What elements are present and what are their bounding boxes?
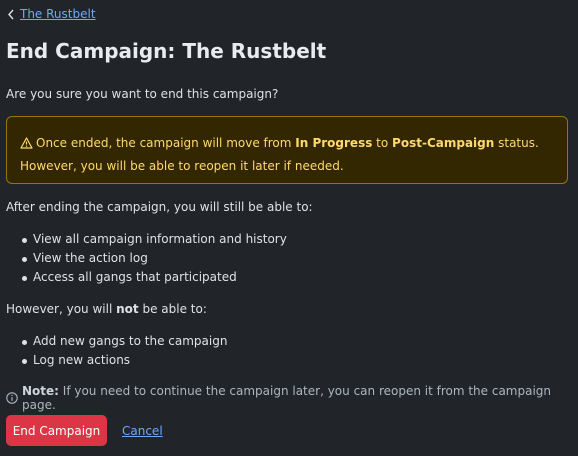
back-link[interactable]: The Rustbelt xyxy=(20,7,96,21)
list-item: View the action log xyxy=(0,249,287,268)
cancel-link[interactable]: Cancel xyxy=(122,424,163,438)
form-actions: End Campaign Cancel xyxy=(6,415,163,446)
status-from: In Progress xyxy=(295,136,373,150)
list-item: Log new actions xyxy=(0,351,227,370)
list-item: Add new gangs to the campaign xyxy=(0,332,227,351)
note-label: Note: xyxy=(22,384,59,398)
list-item: Access all gangs that participated xyxy=(0,268,287,287)
list-item: View all campaign information and histor… xyxy=(0,230,287,249)
chevron-left-icon xyxy=(7,9,15,20)
cannot-list: Add new gangs to the campaign Log new ac… xyxy=(0,332,227,370)
breadcrumb: The Rustbelt xyxy=(7,7,96,21)
end-campaign-button[interactable]: End Campaign xyxy=(6,415,107,446)
confirmation-question: Are you sure you want to end this campai… xyxy=(6,87,279,101)
can-list: View all campaign information and histor… xyxy=(0,230,287,287)
cannot-intro-emphasis: not xyxy=(116,302,139,316)
info-circle-icon xyxy=(6,392,18,404)
status-to: Post-Campaign xyxy=(392,136,495,150)
cannot-intro-after: be able to: xyxy=(138,302,207,316)
note-text: If you need to continue the campaign lat… xyxy=(22,384,552,412)
cannot-section-intro: However, you will not be able to: xyxy=(6,302,207,316)
warning-text-middle: to xyxy=(372,136,393,150)
page-title: End Campaign: The Rustbelt xyxy=(6,39,327,63)
cannot-intro-before: However, you will xyxy=(6,302,117,316)
warning-alert: Once ended, the campaign will move from … xyxy=(6,116,568,184)
note: Note: If you need to continue the campai… xyxy=(6,384,578,412)
warning-text-before: Once ended, the campaign will move from xyxy=(36,136,296,150)
can-section-intro: After ending the campaign, you will stil… xyxy=(6,200,313,214)
warning-triangle-icon xyxy=(20,135,33,156)
